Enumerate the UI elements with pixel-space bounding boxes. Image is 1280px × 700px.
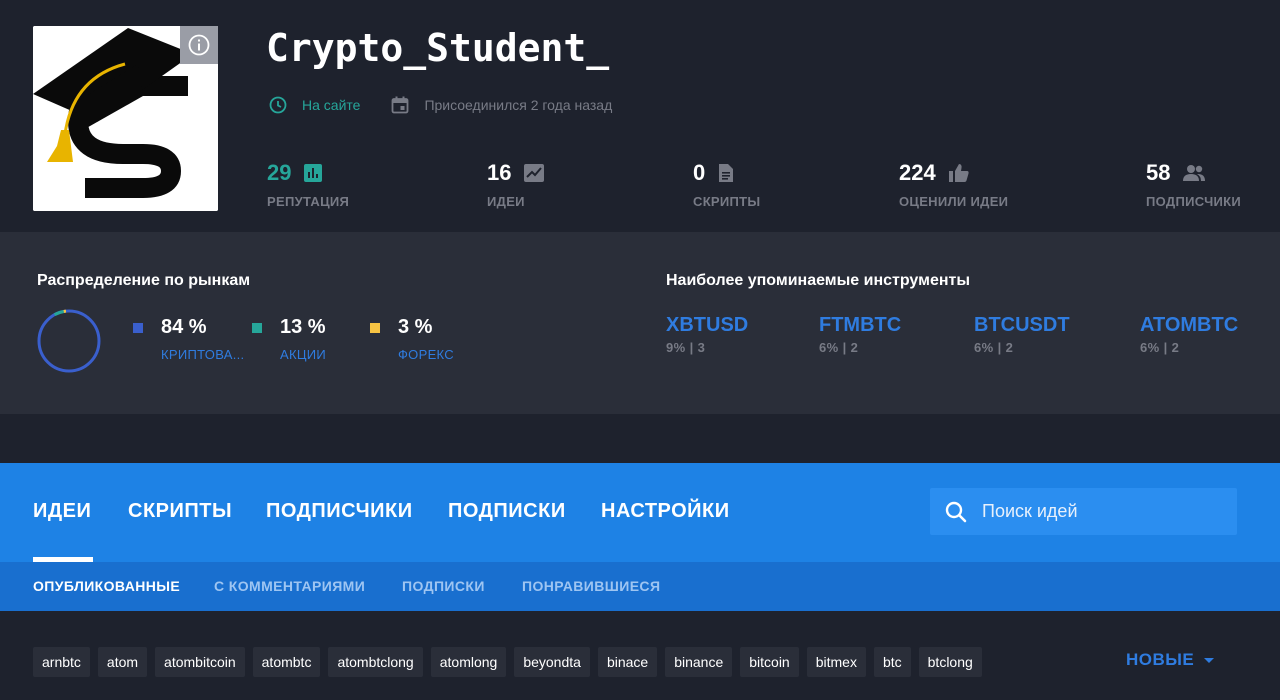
tag-chip[interactable]: atombtc [252,647,321,677]
script-document-icon [717,163,735,183]
info-icon [188,34,210,56]
stat-value: 16 [487,160,512,185]
profile-username: Crypto_Student_ [266,26,610,70]
info-button[interactable] [180,26,218,64]
crypto-color-swatch [133,322,143,333]
ideas-chart-icon [523,163,545,183]
tag-chip[interactable]: atombtclong [328,647,423,677]
profile-header: Crypto_Student_ На сайте Присоединился 2… [0,0,1280,232]
stat-label: ОЦЕНИЛИ ИДЕИ [899,194,1009,209]
search-input[interactable] [982,501,1222,522]
sort-dropdown[interactable]: НОВЫЕ [1126,650,1215,670]
thumbs-up-icon [948,163,970,183]
market-pct: 13 % [280,316,326,338]
subnav-subscriptions[interactable]: ПОДПИСКИ [402,578,485,594]
stat-reputation[interactable]: 29 РЕПУТАЦИЯ [267,160,349,209]
tag-chip[interactable]: beyondta [514,647,590,677]
market-stocks[interactable]: 13 % АКЦИИ [252,316,326,362]
tag-chip[interactable]: arnbtc [33,647,90,677]
stat-value: 58 [1146,160,1171,185]
reputation-chart-icon [303,163,323,183]
market-forex[interactable]: 3 % ФОРЕКС [370,316,454,362]
market-name: КРИПТОВА... [161,347,245,362]
clock-icon [269,96,287,114]
stat-value: 29 [267,160,292,185]
instrument-share: 9% | 3 [666,340,706,355]
stocks-color-swatch [252,322,262,333]
profile-tabs-bar: ИДЕИ СКРИПТЫ ПОДПИСЧИКИ ПОДПИСКИ НАСТРОЙ… [0,463,1280,562]
tag-chip[interactable]: atom [97,647,148,677]
instrument-symbol[interactable]: FTMBTC [819,314,901,337]
tag-chip[interactable]: binance [665,647,733,677]
market-pct: 3 % [398,316,433,338]
stat-followers[interactable]: 58 ПОДПИСЧИКИ [1146,160,1241,209]
stat-value: 224 [899,160,936,185]
forex-color-swatch [370,322,380,333]
stat-value: 0 [693,160,706,185]
market-name: ФОРЕКС [398,347,454,362]
tab-settings[interactable]: НАСТРОЙКИ [601,500,730,523]
distribution-title: Распределение по рынкам [37,272,251,289]
instrument-item[interactable]: ATOMBTC 6% | 2 [1140,314,1238,355]
instrument-share: 6% | 2 [974,340,1014,355]
joined-date-label: Присоединился 2 года назад [424,97,613,113]
subnav-liked[interactable]: ПОНРАВИВШИЕСЯ [522,578,660,594]
tag-list: arnbtc atom atombitcoin atombtc atombtcl… [33,647,990,677]
stat-likes[interactable]: 224 ОЦЕНИЛИ ИДЕИ [899,160,1008,209]
tab-ideas[interactable]: ИДЕИ [33,500,91,523]
market-distribution-panel: Распределение по рынкам 84 % КРИПТОВА...… [0,232,1280,414]
stat-label: ИДЕИ [487,194,525,209]
profile-meta: На сайте Присоединился 2 года назад [268,94,612,116]
online-status-label: На сайте [302,97,361,113]
market-name: АКЦИИ [280,347,327,362]
instrument-symbol[interactable]: BTCUSDT [974,314,1070,337]
market-crypto[interactable]: 84 % КРИПТОВА... [133,316,244,362]
subnav-published[interactable]: ОПУБЛИКОВАННЫЕ [33,578,180,594]
market-donut-chart [37,309,101,373]
stat-label: СКРИПТЫ [693,194,761,209]
donut-segment-stocks [53,309,65,317]
instrument-symbol[interactable]: ATOMBTC [1140,314,1238,337]
stat-scripts[interactable]: 0 СКРИПТЫ [693,160,760,209]
tag-chip[interactable]: binace [597,647,658,677]
tag-chip[interactable]: btclong [918,647,982,677]
instrument-symbol[interactable]: XBTUSD [666,314,748,337]
tag-chip[interactable]: btc [873,647,911,677]
tab-following[interactable]: ПОДПИСКИ [448,500,566,523]
tab-followers[interactable]: ПОДПИСЧИКИ [266,500,413,523]
sort-label: НОВЫЕ [1126,650,1195,669]
ideas-subnav: ОПУБЛИКОВАННЫЕ С КОММЕНТАРИЯМИ ПОДПИСКИ … [0,562,1280,611]
tag-chip[interactable]: bitcoin [740,647,799,677]
stat-label: ПОДПИСЧИКИ [1146,194,1242,209]
calendar-icon [392,96,409,114]
instrument-item[interactable]: XBTUSD 9% | 3 [666,314,748,355]
instruments-title: Наиболее упоминаемые инструменты [666,272,971,289]
followers-icon [1182,163,1206,183]
joined-date: Присоединился 2 года назад [390,95,612,115]
instrument-share: 6% | 2 [1140,340,1180,355]
market-pct: 84 % [161,316,207,338]
tab-scripts[interactable]: СКРИПТЫ [128,500,232,523]
instrument-share: 6% | 2 [819,340,859,355]
subnav-commented[interactable]: С КОММЕНТАРИЯМИ [214,578,365,594]
caret-down-icon [1204,657,1215,663]
stat-ideas[interactable]: 16 ИДЕИ [487,160,545,209]
online-status: На сайте [268,95,360,115]
idea-search-box[interactable] [930,488,1237,535]
instrument-item[interactable]: BTCUSDT 6% | 2 [974,314,1070,355]
tag-chip[interactable]: bitmex [806,647,866,677]
search-icon [944,500,968,524]
tag-chip[interactable]: atomlong [430,647,507,677]
instrument-item[interactable]: FTMBTC 6% | 2 [819,314,901,355]
tag-chip[interactable]: atombitcoin [155,647,245,677]
stat-label: РЕПУТАЦИЯ [267,194,350,209]
